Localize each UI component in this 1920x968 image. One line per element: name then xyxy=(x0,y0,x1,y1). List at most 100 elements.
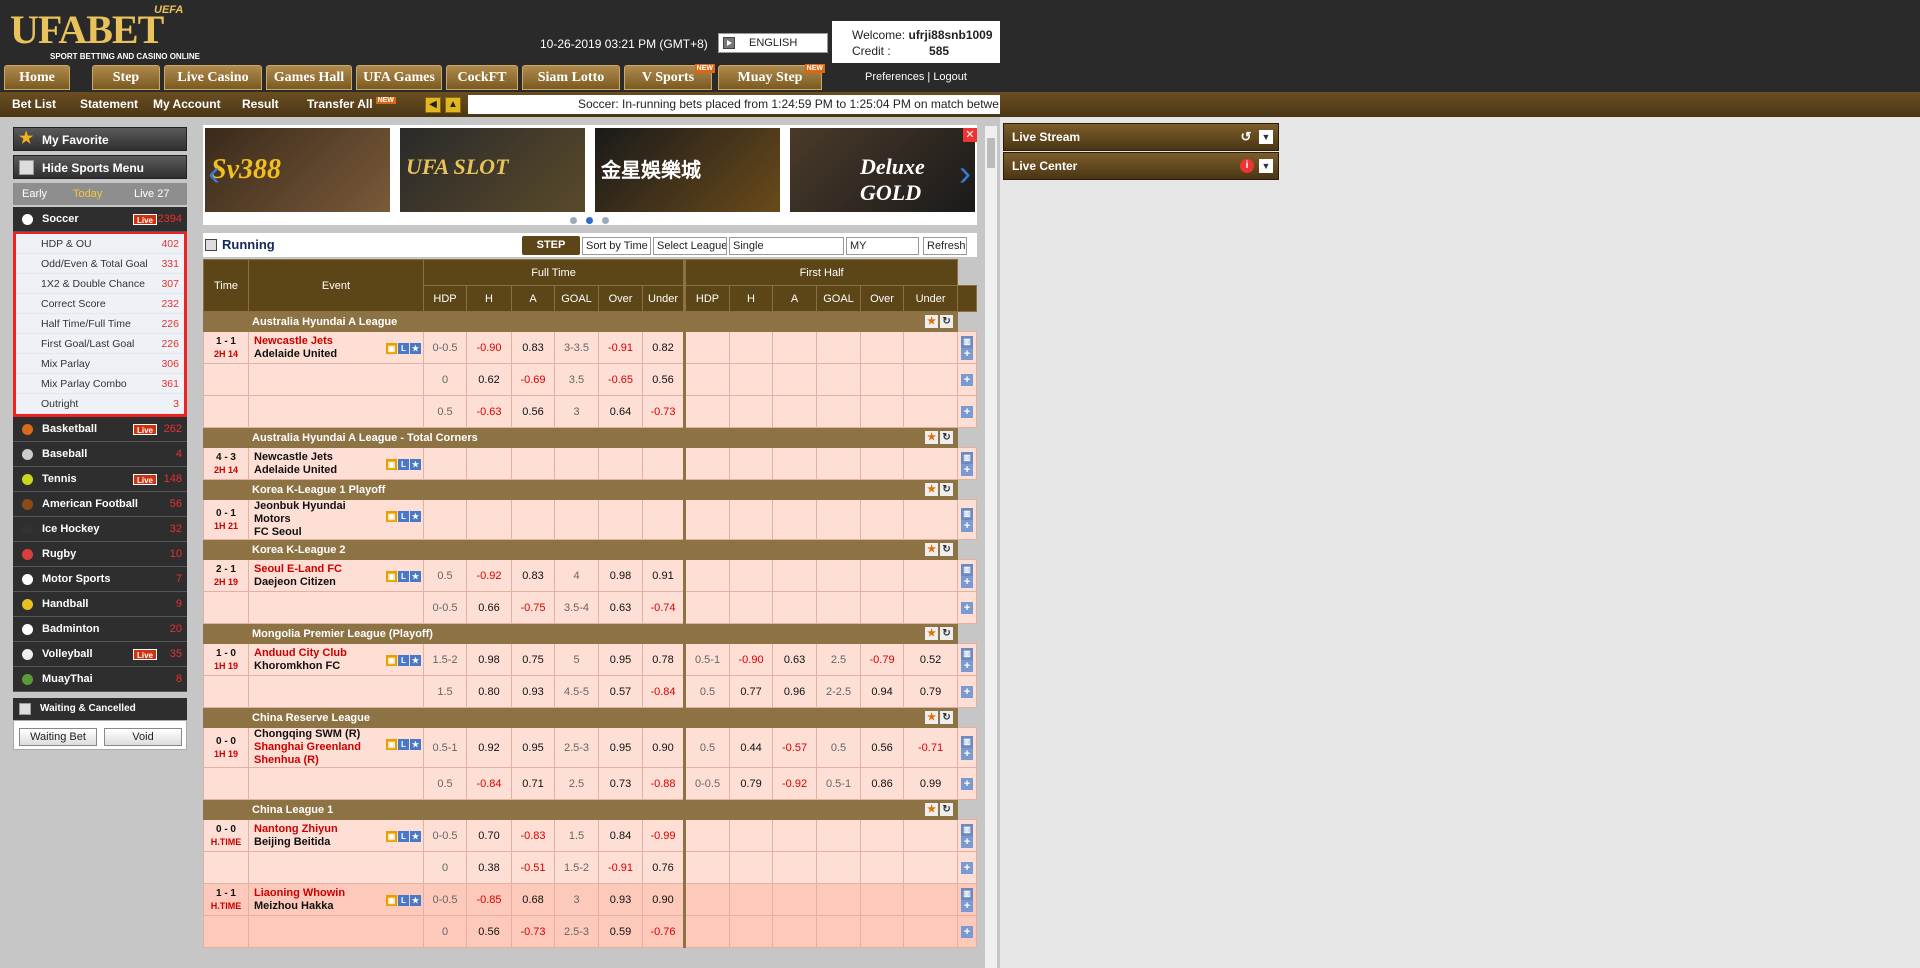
refresh-icon[interactable]: ↻ xyxy=(940,803,954,816)
odds-cell[interactable]: 0.5-1 xyxy=(423,727,467,768)
odds-cell[interactable]: 4 xyxy=(554,559,599,592)
odds-cell[interactable]: -0.88 xyxy=(641,767,686,800)
favorite-icon[interactable]: ★ xyxy=(410,511,421,522)
odds-cell[interactable]: 0.98 xyxy=(466,643,512,676)
bet-list-link[interactable]: Bet List xyxy=(12,92,56,117)
odds-cell[interactable]: -0.91 xyxy=(598,331,643,364)
odds-cell[interactable]: 0.5 xyxy=(423,395,467,428)
favorite-icon[interactable]: ★ xyxy=(410,655,421,666)
tab-early[interactable]: Early xyxy=(22,183,47,205)
odds-cell[interactable]: 0.92 xyxy=(466,727,512,768)
odds-cell[interactable]: 0.84 xyxy=(598,819,643,852)
odds-cell[interactable]: 0.70 xyxy=(466,819,512,852)
odds-cell[interactable]: 0-0.5 xyxy=(423,819,467,852)
dropdown-icon[interactable]: ▼ xyxy=(1259,159,1273,173)
favorite-icon[interactable]: ★ xyxy=(410,571,421,582)
refresh-icon[interactable]: ↻ xyxy=(940,315,954,328)
tv-icon[interactable]: ▣ xyxy=(386,459,397,470)
stats-icon[interactable]: ▥ xyxy=(961,824,974,836)
submenu-item[interactable]: First Goal/Last Goal 226 xyxy=(16,334,184,354)
bet-type-select[interactable]: Single xyxy=(729,237,844,255)
preferences-link[interactable]: Preferences xyxy=(865,71,924,83)
favorite-icon[interactable]: ★ xyxy=(410,831,421,842)
tv-icon[interactable]: ▣ xyxy=(386,739,397,750)
refresh-icon[interactable]: ↻ xyxy=(940,627,954,640)
submenu-item[interactable]: Half Time/Full Time 226 xyxy=(16,314,184,334)
live-stream-header[interactable]: Live Stream ↺ ▼ xyxy=(1003,123,1279,151)
live-icon[interactable]: L xyxy=(398,571,409,582)
odds-cell[interactable]: -0.63 xyxy=(466,395,512,428)
odds-cell[interactable]: -0.79 xyxy=(860,643,905,676)
odds-cell[interactable]: 0.59 xyxy=(598,915,643,948)
tv-icon[interactable]: ▣ xyxy=(386,895,397,906)
close-icon[interactable]: ✕ xyxy=(963,128,977,142)
plus-icon[interactable]: + xyxy=(961,925,974,938)
odds-cell[interactable]: 0.99 xyxy=(903,767,959,800)
odds-cell[interactable]: 2.5 xyxy=(816,643,862,676)
odds-cell[interactable]: 0.91 xyxy=(641,559,686,592)
ticker-prev-icon[interactable]: ◀ xyxy=(425,97,441,113)
sport-basketball[interactable]: Basketball Live 262 xyxy=(13,417,187,442)
plus-icon[interactable]: + xyxy=(961,520,974,532)
statement-link[interactable]: Statement xyxy=(80,92,138,117)
my-account-link[interactable]: My Account xyxy=(153,92,221,117)
odds-cell[interactable]: -0.99 xyxy=(641,819,686,852)
sport-motor-sports[interactable]: Motor Sports 7 xyxy=(13,567,187,592)
favorite-icon[interactable]: ★ xyxy=(410,739,421,750)
return-icon[interactable]: ↺ xyxy=(1238,129,1254,145)
info-icon[interactable]: i xyxy=(1240,159,1254,173)
live-icon[interactable]: L xyxy=(398,895,409,906)
favorite-icon[interactable]: ★ xyxy=(410,343,421,354)
favorite-icon[interactable]: ★ xyxy=(925,627,939,640)
favorite-icon[interactable]: ★ xyxy=(925,315,939,328)
odds-cell[interactable]: 0.56 xyxy=(466,915,512,948)
sport-handball[interactable]: Handball 9 xyxy=(13,592,187,617)
stats-icon[interactable]: ▥ xyxy=(961,648,974,660)
odds-cell[interactable]: 0.76 xyxy=(641,851,686,884)
odds-cell[interactable]: -0.71 xyxy=(903,727,959,768)
plus-icon[interactable]: + xyxy=(961,660,974,672)
odds-cell[interactable]: 1.5 xyxy=(423,675,467,708)
submenu-item[interactable]: Odd/Even & Total Goal 331 xyxy=(16,254,184,274)
nav-v-sports[interactable]: V Sports NEW xyxy=(624,64,715,90)
match-event[interactable]: Anduud City Club Khoromkhon FC ▣ L ★ xyxy=(248,643,424,676)
live-icon[interactable]: L xyxy=(398,511,409,522)
match-event[interactable]: Liaoning Whowin Meizhou Hakka ▣ L ★ xyxy=(248,883,424,916)
match-event[interactable]: Nantong Zhiyun Beijing Beitida ▣ L ★ xyxy=(248,819,424,852)
language-select[interactable]: ENGLISH xyxy=(718,33,828,53)
dropdown-icon[interactable]: ▼ xyxy=(1259,130,1273,144)
odds-cell[interactable]: 0.83 xyxy=(511,559,555,592)
odds-cell[interactable]: 0.83 xyxy=(511,331,555,364)
odds-cell[interactable]: 3.5 xyxy=(554,363,599,396)
banner-prev-icon[interactable]: ‹ xyxy=(208,155,220,191)
odds-cell[interactable]: 3 xyxy=(554,883,599,916)
odds-cell[interactable]: 0.66 xyxy=(466,591,512,624)
step-button[interactable]: STEP xyxy=(522,236,580,255)
nav-games-hall[interactable]: Games Hall xyxy=(266,65,352,90)
odds-cell[interactable]: -0.51 xyxy=(511,851,555,884)
sport-baseball[interactable]: Baseball 4 xyxy=(13,442,187,467)
favorite-icon[interactable]: ★ xyxy=(925,543,939,556)
odds-cell[interactable]: 0.95 xyxy=(598,643,643,676)
plus-icon[interactable]: + xyxy=(961,685,974,698)
plus-icon[interactable]: + xyxy=(961,405,974,418)
odds-cell[interactable]: 3.5-4 xyxy=(554,591,599,624)
refresh-button[interactable]: Refresh xyxy=(923,237,967,255)
select-league[interactable]: Select League xyxy=(653,237,727,255)
waiting-bet-button[interactable]: Waiting Bet xyxy=(19,728,97,746)
favorite-icon[interactable]: ★ xyxy=(925,431,939,444)
tv-icon[interactable]: ▣ xyxy=(386,343,397,354)
odds-cell[interactable]: 0 xyxy=(423,915,467,948)
favorite-icon[interactable]: ★ xyxy=(925,711,939,724)
odds-cell[interactable]: 5 xyxy=(554,643,599,676)
plus-icon[interactable]: + xyxy=(961,348,974,360)
my-favorite[interactable]: ★ My Favorite xyxy=(13,127,187,151)
odds-cell[interactable]: -0.90 xyxy=(729,643,774,676)
odds-cell[interactable]: 0.77 xyxy=(729,675,774,708)
match-event[interactable]: Newcastle Jets Adelaide United ▣ L ★ xyxy=(248,331,424,364)
plus-icon[interactable]: + xyxy=(961,777,974,790)
toggle-icon[interactable] xyxy=(205,239,217,251)
match-event[interactable]: Seoul E-Land FC Daejeon Citizen ▣ L ★ xyxy=(248,559,424,592)
plus-icon[interactable]: + xyxy=(961,464,974,476)
odds-cell[interactable]: -0.69 xyxy=(511,363,555,396)
